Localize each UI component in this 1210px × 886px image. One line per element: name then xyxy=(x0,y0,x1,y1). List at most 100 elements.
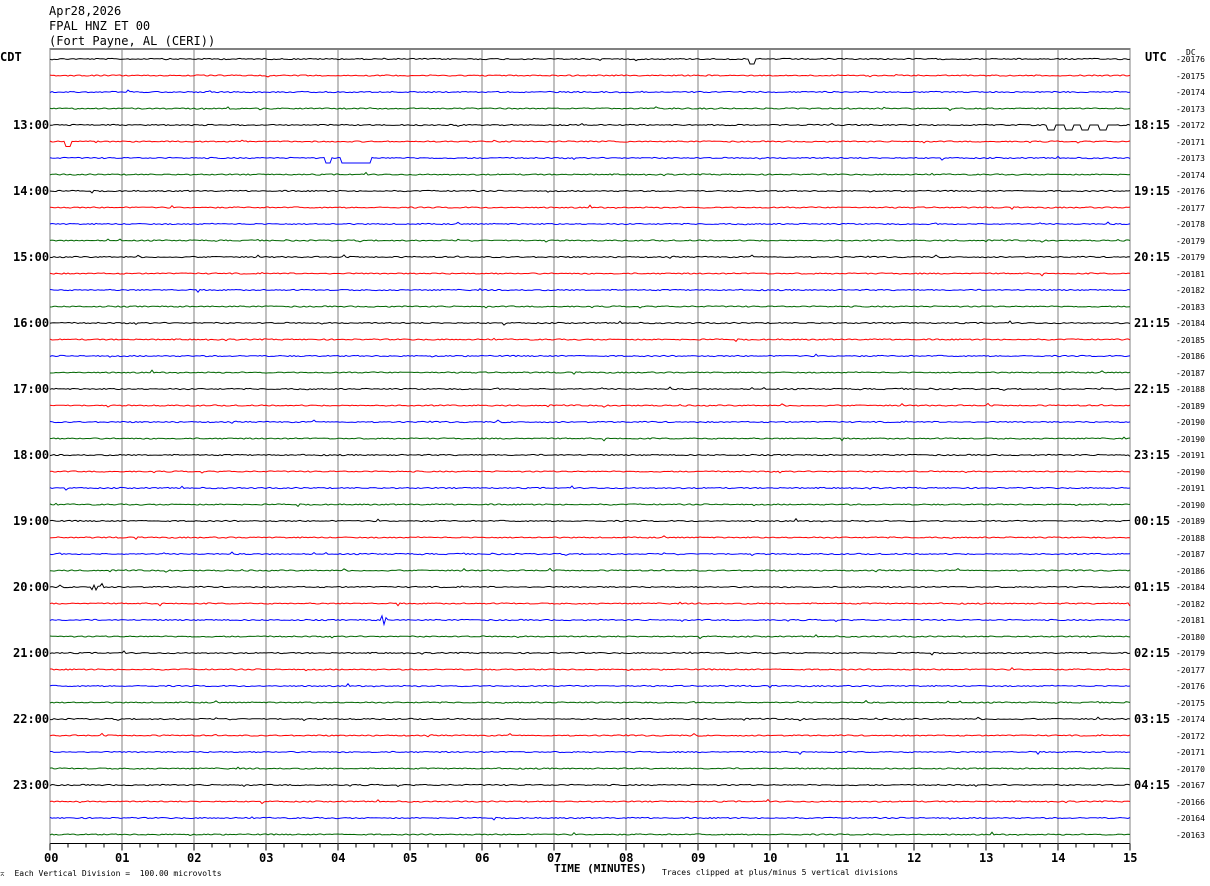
trace-17 xyxy=(49,337,1131,343)
dc-offset-label: -20184 xyxy=(1176,583,1205,592)
x-tick-label: 09 xyxy=(691,850,706,865)
trace-30 xyxy=(49,551,1131,557)
trace-29 xyxy=(49,535,1131,540)
trace-46 xyxy=(49,816,1131,821)
x-tick-label: 03 xyxy=(259,850,274,865)
dc-offset-label: -20173 xyxy=(1176,104,1205,114)
right-time-label: 21:15 xyxy=(1134,316,1171,330)
dc-offset-label: -20188 xyxy=(1176,533,1205,543)
dc-offset-label: -20186 xyxy=(1176,352,1205,361)
dc-offset-label: -20171 xyxy=(1176,137,1205,147)
plot-frame xyxy=(49,48,1131,844)
left-time-label: 16:00 xyxy=(13,316,50,330)
x-tick-label: 02 xyxy=(187,850,202,865)
left-time-label: 20:00 xyxy=(13,580,50,594)
trace-37 xyxy=(50,666,1131,672)
x-tick-label: 11 xyxy=(835,850,850,865)
dc-offset-label: -20182 xyxy=(1176,286,1205,295)
trace-39 xyxy=(49,699,1131,704)
trace-22 xyxy=(49,419,1131,424)
trace-38 xyxy=(49,682,1131,689)
right-time-label: 01:15 xyxy=(1134,580,1171,594)
scale-note-text: Each Vertical Division = 100.00 microvol… xyxy=(14,869,222,878)
right-time-label: 03:15 xyxy=(1134,712,1171,726)
dc-offset-label: -20177 xyxy=(1176,203,1205,213)
dc-offset-label: -20184 xyxy=(1176,319,1205,328)
dc-offset-label: -20181 xyxy=(1176,616,1205,625)
dc-offset-label: -20190 xyxy=(1176,500,1205,510)
x-tick-label: 06 xyxy=(475,850,490,865)
trace-31 xyxy=(49,567,1131,573)
right-time-label: 20:15 xyxy=(1134,250,1171,264)
corner-mark-icon: ⌅ xyxy=(0,869,10,878)
dc-offset-label: -20187 xyxy=(1176,368,1205,378)
dc-offset-label: -20179 xyxy=(1176,236,1205,246)
trace-12 xyxy=(49,254,1131,259)
left-time-label: 19:00 xyxy=(13,514,50,528)
left-time-label: 18:00 xyxy=(13,448,50,462)
trace-16 xyxy=(49,320,1131,326)
trace-23 xyxy=(49,436,1131,442)
dc-offset-label: -20187 xyxy=(1176,550,1205,559)
trace-36 xyxy=(49,650,1131,656)
dc-offset-label: -20188 xyxy=(1176,385,1205,394)
right-time-label: 00:15 xyxy=(1134,514,1171,528)
dc-offset-label: -20167 xyxy=(1176,781,1205,790)
x-tick-label: 00 xyxy=(44,850,59,865)
trace-13 xyxy=(49,272,1131,277)
left-time-label: 13:00 xyxy=(13,118,50,132)
dc-offset-label: -20180 xyxy=(1176,632,1205,642)
trace-42 xyxy=(50,750,1130,756)
dc-offset-label: -20164 xyxy=(1176,814,1205,823)
dc-offset-label: -20174 xyxy=(1176,715,1205,724)
dc-offset-label: -20178 xyxy=(1176,220,1205,229)
trace-19 xyxy=(50,369,1131,375)
right-time-label: 23:15 xyxy=(1134,448,1171,462)
left-time-label: 17:00 xyxy=(13,382,50,396)
dc-offset-label: -20189 xyxy=(1176,401,1205,411)
trace-3 xyxy=(49,106,1131,112)
trace-33 xyxy=(49,601,1131,607)
x-tick-label: 01 xyxy=(115,850,130,865)
trace-45 xyxy=(49,798,1131,805)
dc-offset-label: -20172 xyxy=(1176,121,1205,130)
dc-offset-label: -20179 xyxy=(1176,253,1205,262)
x-axis-title: TIME (MINUTES) xyxy=(554,862,647,875)
dc-offset-label: -20174 xyxy=(1176,88,1205,97)
x-tick-label: 14 xyxy=(1051,850,1066,865)
trace-26 xyxy=(49,485,1131,491)
right-time-label: 22:15 xyxy=(1134,382,1171,396)
dc-offset-label: -20190 xyxy=(1176,434,1205,444)
dc-offset-label: -20177 xyxy=(1176,665,1205,675)
dc-offset-label: -20171 xyxy=(1176,748,1205,757)
dc-offset-label: -20186 xyxy=(1176,566,1205,576)
dc-offset-label: -20176 xyxy=(1176,55,1205,64)
trace-5 xyxy=(49,139,1131,147)
dc-offset-label: -20182 xyxy=(1176,599,1205,609)
trace-47 xyxy=(49,831,1131,837)
x-tick-label: 15 xyxy=(1123,850,1138,865)
trace-15 xyxy=(49,305,1131,309)
dc-offset-label: -20179 xyxy=(1176,649,1205,658)
trace-4 xyxy=(50,122,1131,131)
trace-11 xyxy=(49,238,1131,243)
trace-34 xyxy=(49,614,1131,627)
left-time-label: 23:00 xyxy=(13,778,50,792)
dc-offset-label: -20190 xyxy=(1176,418,1205,427)
left-time-label: 15:00 xyxy=(13,250,50,264)
trace-28 xyxy=(49,517,1131,523)
dc-offset-label: -20185 xyxy=(1176,335,1205,345)
x-tick-label: 04 xyxy=(331,850,346,865)
right-time-label: 18:15 xyxy=(1134,118,1171,132)
trace-20 xyxy=(49,386,1130,391)
trace-14 xyxy=(49,288,1131,294)
trace-1 xyxy=(49,73,1131,78)
right-time-label: 04:15 xyxy=(1134,778,1171,792)
trace-18 xyxy=(49,353,1131,358)
x-tick-label: 05 xyxy=(403,850,418,865)
trace-2 xyxy=(49,89,1131,94)
dc-offset-label: -20175 xyxy=(1176,71,1205,81)
dc-offset-label: -20183 xyxy=(1176,302,1205,312)
dc-offset-label: -20163 xyxy=(1176,830,1205,840)
trace-41 xyxy=(49,732,1131,738)
